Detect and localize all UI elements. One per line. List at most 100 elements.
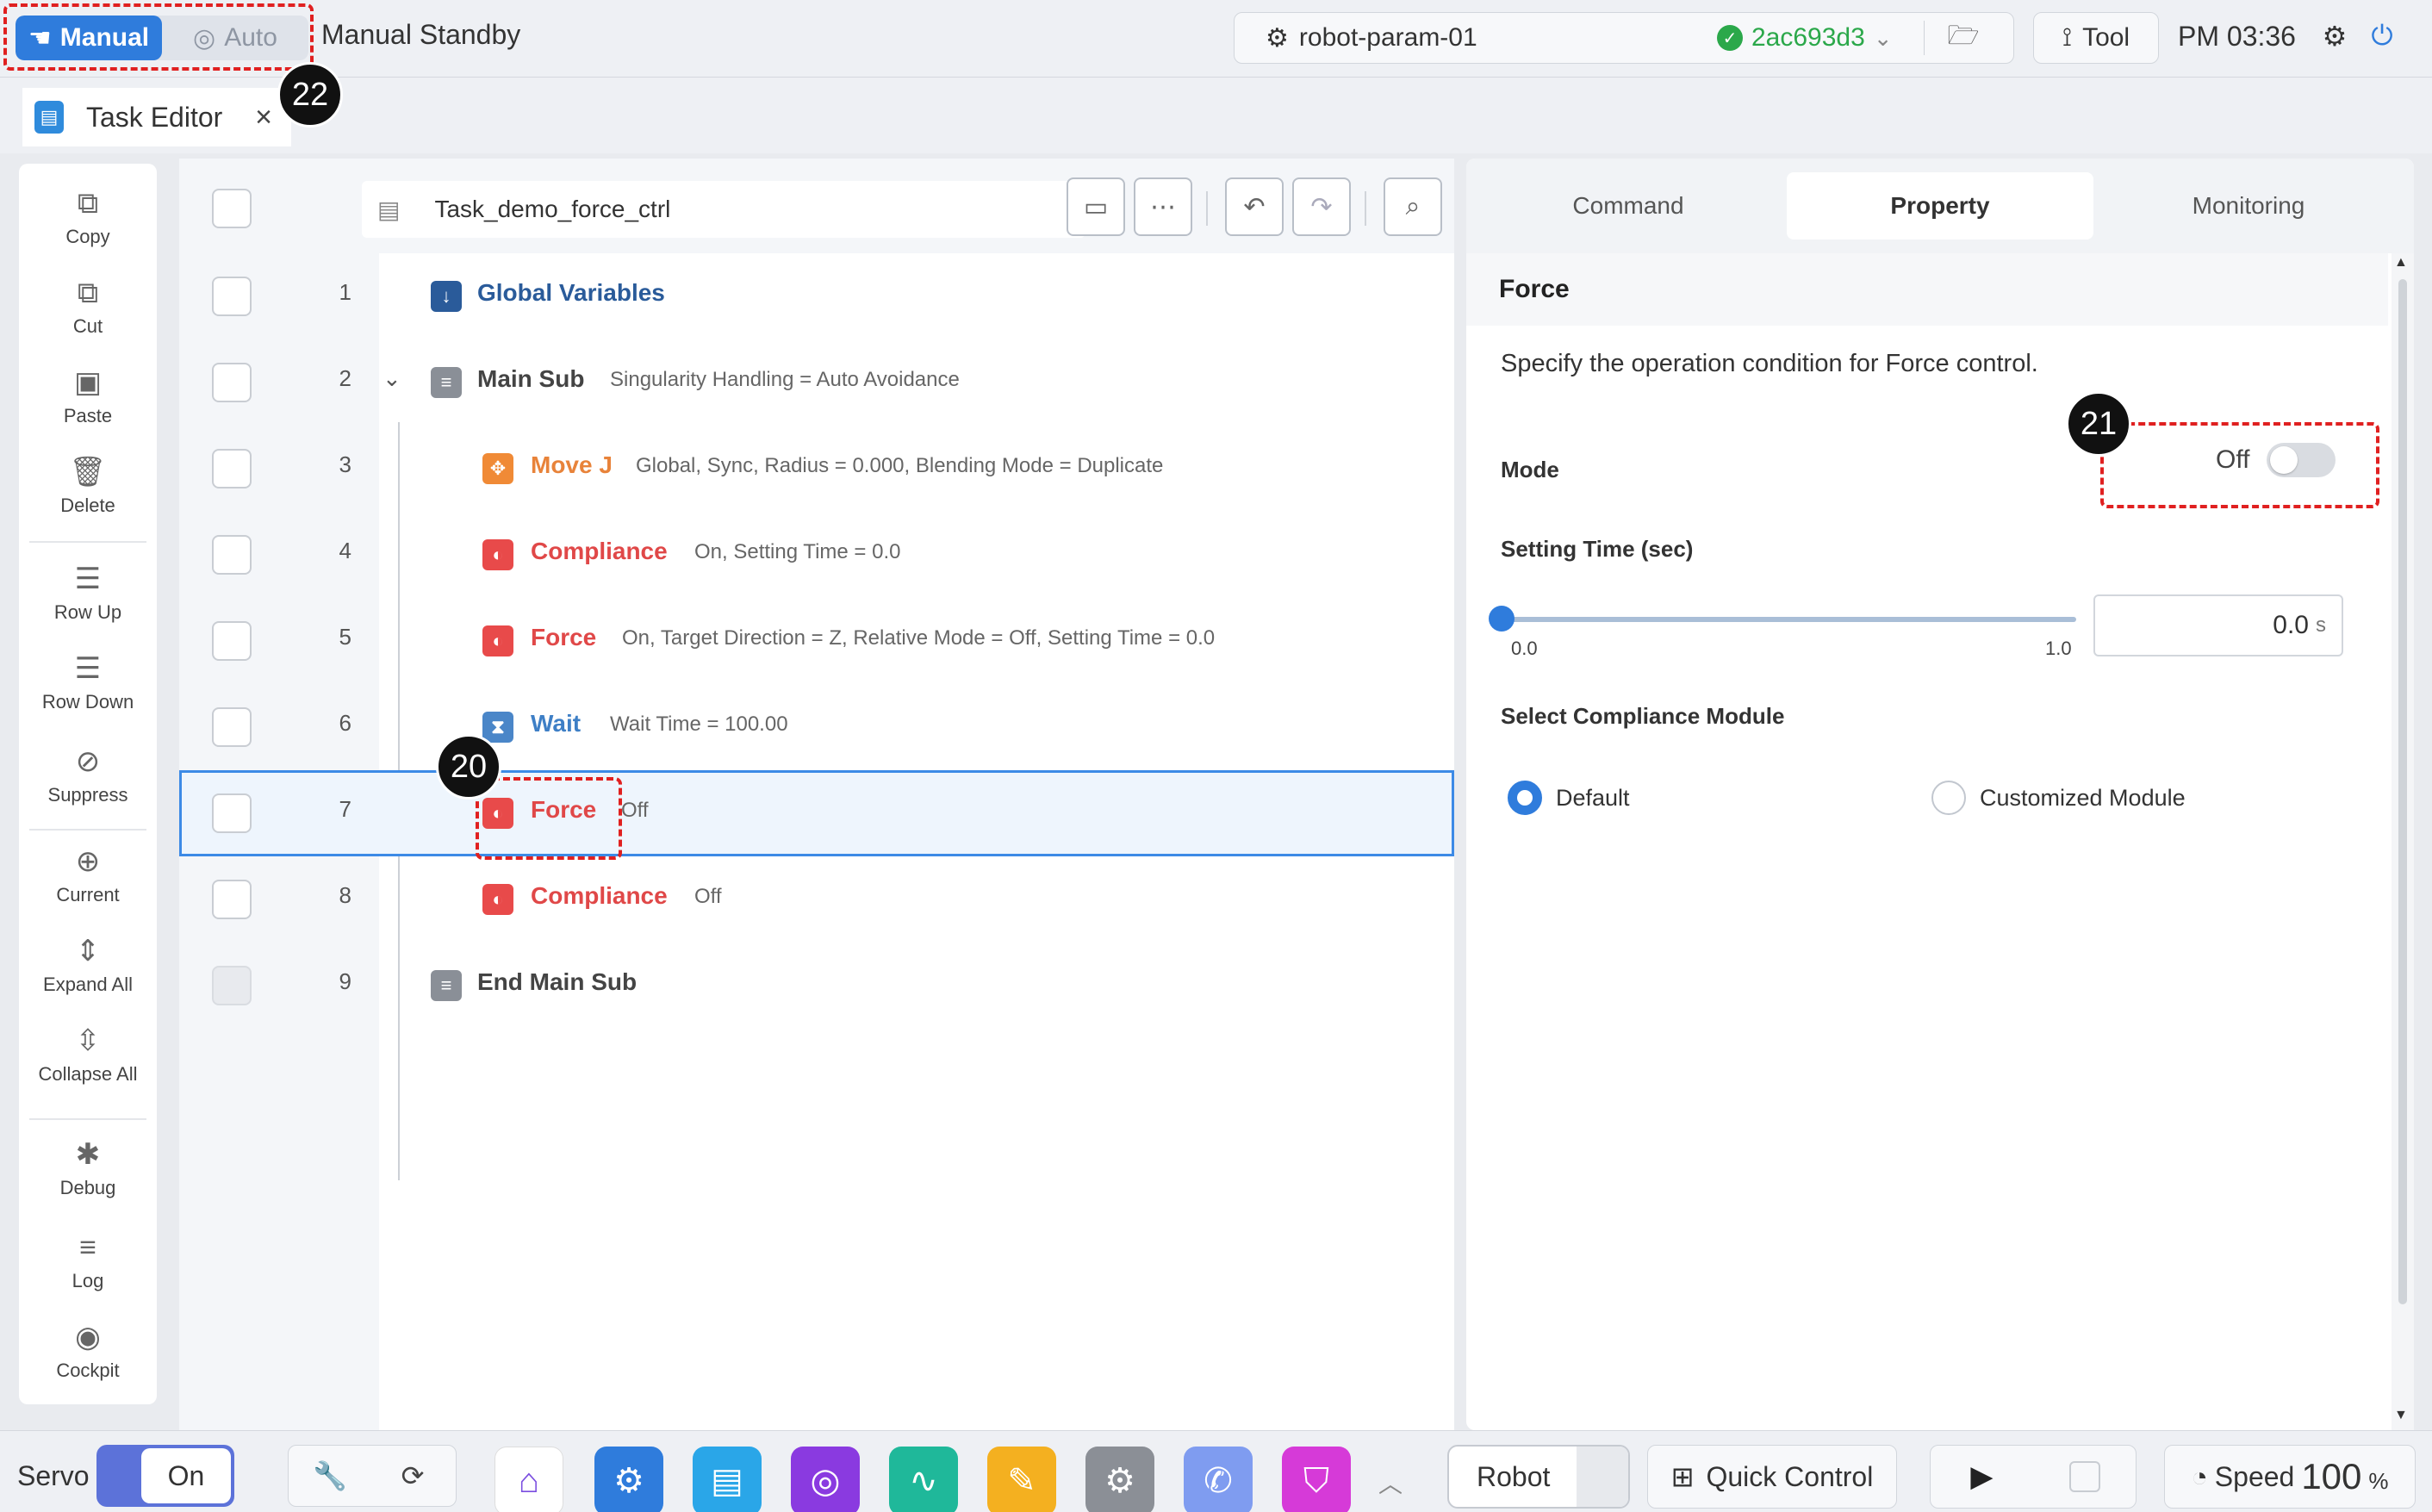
setting-time-unit: s — [2316, 613, 2326, 637]
quick-control-button[interactable]: ⊞ Quick Control — [1647, 1445, 1897, 1509]
chevron-down-icon[interactable]: ⌄ — [383, 365, 401, 392]
speed-button[interactable]: ◔ Speed 100 % — [2164, 1445, 2416, 1509]
servo-toggle[interactable]: On — [96, 1445, 234, 1507]
row-checkbox[interactable] — [212, 277, 252, 316]
radio-customized-module[interactable]: Customized Module — [1931, 781, 2186, 815]
copy-icon: ⧉ — [77, 187, 99, 220]
move-j-icon: ✥ — [482, 453, 513, 484]
task-row[interactable]: 5 ◐ Force On, Target Direction = Z, Rela… — [179, 598, 1454, 684]
setting-time-input[interactable]: 0.0 s — [2093, 594, 2343, 656]
command-params: Global, Sync, Radius = 0.000, Blending M… — [636, 454, 1164, 477]
task-row[interactable]: 2 ⌄ ≡ Main Sub Singularity Handling = Au… — [179, 339, 1454, 426]
row-checkbox[interactable] — [212, 880, 252, 919]
task-row-selected[interactable]: 7 ◐ Force Off — [179, 770, 1454, 856]
radio-unchecked[interactable] — [1931, 781, 1966, 815]
redo-icon[interactable]: ↷ — [1292, 177, 1351, 236]
tool-button[interactable]: ⟟ Tool — [2033, 12, 2159, 64]
more-icon[interactable]: ⋯ — [1134, 177, 1192, 236]
search-icon[interactable]: ⌕ — [1384, 177, 1442, 236]
task-name-field[interactable]: ▤ Task_demo_force_ctrl — [362, 181, 1085, 238]
folder-open-icon[interactable]: 🗁 — [1925, 16, 2002, 60]
row-number: 8 — [339, 882, 351, 908]
end-main-sub-icon: ≡ — [431, 970, 462, 1001]
home-app-icon[interactable]: ⌂ — [494, 1447, 563, 1512]
undo-icon[interactable]: ↶ — [1225, 177, 1284, 236]
speed-value: 100 — [2301, 1456, 2362, 1496]
power-status-icon[interactable]: ⏻ — [2365, 19, 2399, 53]
scrollbar[interactable]: ▲ ▼ — [2392, 253, 2414, 1430]
remote-app-icon[interactable]: ✆ — [1184, 1447, 1253, 1512]
settings-status-icon[interactable]: ⚙ — [2317, 19, 2352, 53]
task-row[interactable]: 3 ✥ Move J Global, Sync, Radius = 0.000,… — [179, 426, 1454, 512]
chevron-up-icon[interactable]: ︿ — [1378, 1465, 1403, 1500]
row-number: 7 — [339, 796, 351, 822]
jog-app-icon[interactable]: ◎ — [791, 1447, 860, 1512]
task-editor-icon: ▤ — [34, 101, 64, 134]
robot-param[interactable]: ⚙ robot-param-01 — [1235, 23, 1717, 53]
row-checkbox[interactable] — [212, 449, 252, 488]
suppress-button[interactable]: ⊘ Suppress — [19, 734, 157, 818]
row-number: 3 — [339, 451, 351, 477]
row-checkbox[interactable] — [212, 535, 252, 575]
command-name: End Main Sub — [477, 968, 638, 995]
radio-checked[interactable] — [1508, 781, 1542, 815]
row-down-button[interactable]: ☰ Row Down — [19, 641, 157, 725]
cockpit-button[interactable]: ◉ Cockpit — [19, 1310, 157, 1394]
command-name: Compliance — [531, 882, 668, 909]
robot-app-icon[interactable]: ⚙ — [594, 1447, 663, 1512]
settings-app-icon[interactable]: ⚙ — [1085, 1447, 1154, 1512]
row-up-label: Row Up — [53, 601, 122, 623]
setting-time-label: Setting Time (sec) — [1501, 536, 1694, 562]
copy-button[interactable]: ⧉ Copy — [19, 176, 157, 260]
robot-button[interactable]: Robot — [1447, 1445, 1630, 1509]
save-icon[interactable]: ▭ — [1067, 177, 1125, 236]
expand-all-button[interactable]: ⇕ Expand All — [19, 924, 157, 1008]
paste-button[interactable]: ▣ Paste — [19, 355, 157, 439]
tab-task-editor[interactable]: ▤ Task Editor × — [22, 88, 291, 146]
task-row[interactable]: 9 ≡ End Main Sub — [179, 943, 1454, 1029]
task-header: ▤ Task_demo_force_ctrl ▭ ⋯ ↶ ↷ ⌕ — [179, 159, 1454, 253]
delete-button[interactable]: 🗑 Delete — [19, 445, 157, 529]
compliance-icon: ◐ — [482, 539, 513, 570]
task-row[interactable]: 4 ◐ Compliance On, Setting Time = 0.0 — [179, 512, 1454, 598]
row-checkbox[interactable] — [212, 363, 252, 402]
setting-time-slider[interactable] — [1501, 617, 2076, 622]
debug-button[interactable]: ✱ Debug — [19, 1127, 157, 1211]
stop-button[interactable] — [2033, 1445, 2136, 1509]
task-editor-app-icon[interactable]: ▤ — [693, 1447, 762, 1512]
cockpit-icon: ◉ — [75, 1321, 101, 1353]
store-app-icon[interactable]: ⛉ — [1282, 1447, 1351, 1512]
command-params: On, Target Direction = Z, Relative Mode … — [622, 626, 1216, 650]
monitoring-app-icon[interactable]: ∿ — [889, 1447, 958, 1512]
recovery-icon[interactable]: ⟳ — [371, 1445, 454, 1507]
select-all-checkbox[interactable] — [212, 189, 252, 228]
radio-default[interactable]: Default — [1508, 781, 1630, 815]
task-row[interactable]: 1 ↓ Global Variables — [179, 253, 1454, 339]
tab-command[interactable]: Command — [1475, 172, 1782, 240]
trash-icon: 🗑 — [69, 456, 107, 488]
current-button[interactable]: ⊕ Current — [19, 834, 157, 918]
scrollbar-thumb[interactable] — [2398, 279, 2407, 1304]
scroll-up-icon[interactable]: ▲ — [2394, 255, 2408, 271]
play-icon[interactable]: ▶ — [1931, 1445, 2033, 1509]
row-checkbox[interactable] — [212, 707, 252, 747]
commit-hash-dropdown[interactable]: ✓ 2ac693d3 ⌄ — [1717, 23, 1924, 53]
row-up-button[interactable]: ☰ Row Up — [19, 551, 157, 636]
task-row[interactable]: 8 ◐ Compliance Off — [179, 856, 1454, 943]
servo-state: On — [141, 1448, 231, 1503]
row-checkbox[interactable] — [212, 793, 252, 833]
row-checkbox[interactable] — [212, 621, 252, 661]
close-icon[interactable]: × — [255, 101, 272, 134]
cut-button[interactable]: ⧉ Cut — [19, 265, 157, 350]
scroll-down-icon[interactable]: ▼ — [2394, 1408, 2408, 1423]
wrench-icon[interactable]: 🔧 — [289, 1445, 371, 1507]
task-row[interactable]: 6 ⧗ Wait Wait Time = 100.00 — [179, 684, 1454, 770]
log-button[interactable]: ≡ Log — [19, 1220, 157, 1304]
tab-property[interactable]: Property — [1787, 172, 2093, 240]
tab-monitoring[interactable]: Monitoring — [2095, 172, 2402, 240]
robot-param-selector[interactable]: ⚙ robot-param-01 ✓ 2ac693d3 ⌄ 🗁 — [1234, 12, 2014, 64]
notes-app-icon[interactable]: ✎ — [987, 1447, 1056, 1512]
divider — [29, 1118, 146, 1120]
collapse-all-button[interactable]: ⇳ Collapse All — [19, 1013, 157, 1098]
slider-thumb[interactable] — [1489, 606, 1515, 632]
